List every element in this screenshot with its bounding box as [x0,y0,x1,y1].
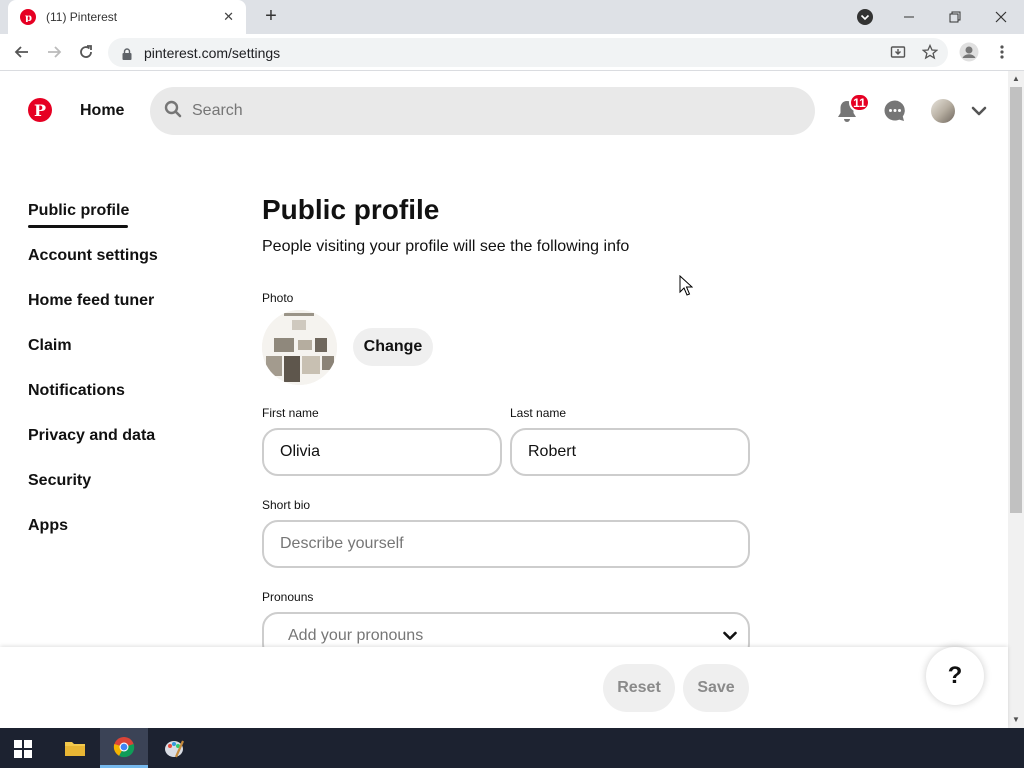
back-icon[interactable] [10,40,34,64]
short-bio-field[interactable] [262,520,750,568]
search-bar[interactable] [150,87,815,135]
tab-search-icon[interactable] [857,9,873,25]
home-link[interactable]: Home [80,102,124,120]
windows-taskbar [0,728,1024,768]
chevron-down-icon [722,628,738,644]
browser-tab-strip: p (11) Pinterest ✕ + [0,0,1024,34]
pinterest-favicon-icon: p [20,9,36,25]
first-name-field[interactable] [262,428,502,476]
install-app-icon[interactable] [888,42,908,62]
file-explorer-icon[interactable] [51,728,99,768]
restore-icon[interactable] [932,0,978,34]
short-bio-label: Short bio [262,498,311,512]
search-input[interactable] [192,102,792,120]
sidebar-item-apps[interactable]: Apps [28,517,68,535]
notification-badge: 11 [849,93,870,112]
forward-icon[interactable] [42,40,66,64]
sidebar-item-security[interactable]: Security [28,472,91,490]
sidebar-item-public-profile[interactable]: Public profile [28,202,129,220]
mouse-cursor-icon [679,274,694,297]
first-name-label: First name [262,406,319,420]
tab-title: (11) Pinterest [46,10,118,24]
pinterest-header: P Home 11 [0,71,1008,155]
url-text: pinterest.com/settings [144,44,281,61]
scroll-down-arrow-icon[interactable]: ▼ [1008,712,1024,728]
messages-icon[interactable] [883,99,907,123]
paint-app-icon[interactable] [150,728,198,768]
search-icon [164,100,182,123]
sidebar-item-claim[interactable]: Claim [28,337,72,355]
reset-button[interactable]: Reset [603,664,675,712]
address-bar[interactable]: pinterest.com/settings [108,38,948,67]
page-title: Public profile [262,194,440,225]
help-button[interactable]: ? [926,647,984,705]
browser-toolbar: pinterest.com/settings [0,34,1024,71]
window-close-icon[interactable] [978,0,1024,34]
action-footer: Reset Save [0,647,1008,728]
profile-photo [262,310,337,385]
page-subtitle: People visiting your profile will see th… [262,238,630,255]
lock-icon [122,47,132,60]
pronouns-label: Pronouns [262,590,314,604]
pronouns-placeholder: Add your pronouns [288,627,424,644]
change-photo-button[interactable]: Change [353,328,433,366]
close-icon[interactable]: ✕ [223,9,234,25]
last-name-label: Last name [510,406,567,420]
last-name-field[interactable] [510,428,750,476]
save-button[interactable]: Save [683,664,749,712]
profile-icon[interactable] [959,42,979,62]
browser-tab[interactable]: p (11) Pinterest ✕ [8,0,246,34]
scroll-up-arrow-icon[interactable]: ▲ [1008,71,1024,87]
sidebar-item-home-feed-tuner[interactable]: Home feed tuner [28,292,154,310]
sidebar-item-privacy-and-data[interactable]: Privacy and data [28,427,155,445]
sidebar-item-account-settings[interactable]: Account settings [28,247,158,265]
browser-menu-icon[interactable] [992,42,1012,62]
chrome-taskbar-icon[interactable] [100,728,148,768]
svg-text:p: p [25,13,32,22]
windows-start-icon[interactable] [14,740,32,758]
sidebar-item-notifications[interactable]: Notifications [28,382,125,400]
bookmark-star-icon[interactable] [920,42,940,62]
user-avatar[interactable] [931,99,955,123]
pinterest-logo-icon[interactable]: P [28,98,52,122]
scrollbar-thumb[interactable] [1010,87,1022,513]
active-tab-indicator [28,225,128,228]
new-tab-icon[interactable]: + [260,6,282,28]
photo-label: Photo [262,291,294,305]
reload-icon[interactable] [74,40,98,64]
chevron-down-icon[interactable] [970,102,988,120]
minimize-icon[interactable] [886,0,932,34]
